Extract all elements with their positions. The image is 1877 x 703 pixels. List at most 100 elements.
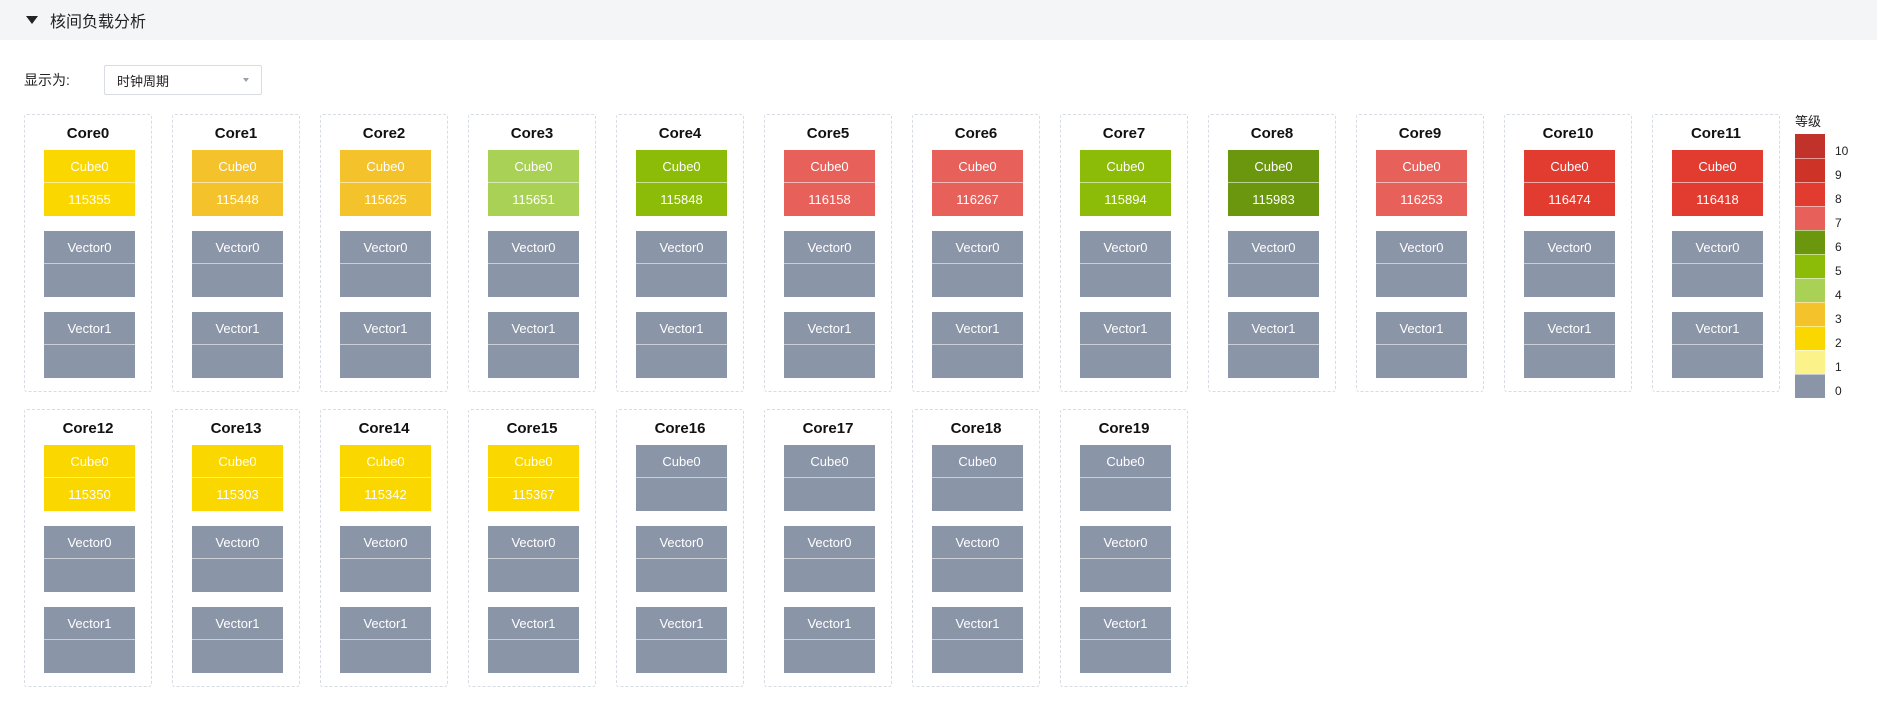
vector1-unit[interactable]: Vector1: [932, 607, 1023, 673]
vector0-unit[interactable]: Vector0: [44, 526, 135, 592]
unit-label: Vector1: [1080, 607, 1171, 640]
unit-label: Vector0: [1524, 231, 1615, 264]
cube-unit[interactable]: Cube0 115848: [636, 150, 727, 216]
cube-unit[interactable]: Cube0 116158: [784, 150, 875, 216]
cube-unit[interactable]: Cube0: [932, 445, 1023, 511]
cube-unit[interactable]: Cube0 115303: [192, 445, 283, 511]
cube-unit[interactable]: Cube0 116474: [1524, 150, 1615, 216]
unit-value: [1080, 264, 1171, 297]
unit-label: Cube0: [340, 150, 431, 183]
vector1-unit[interactable]: Vector1: [784, 607, 875, 673]
unit-value: [784, 264, 875, 297]
vector0-unit[interactable]: Vector0: [1080, 231, 1171, 297]
cube-unit[interactable]: Cube0 116267: [932, 150, 1023, 216]
collapse-caret-icon[interactable]: [26, 16, 38, 24]
vector0-unit[interactable]: Vector0: [932, 526, 1023, 592]
vector1-unit[interactable]: Vector1: [636, 607, 727, 673]
vector0-unit[interactable]: Vector0: [932, 231, 1023, 297]
section-title: 核间负载分析: [50, 14, 147, 31]
cube-unit[interactable]: Cube0 115983: [1228, 150, 1319, 216]
vector1-unit[interactable]: Vector1: [192, 312, 283, 378]
legend-level: 10: [1793, 134, 1863, 158]
unit-value: 115848: [660, 192, 703, 207]
vector0-unit[interactable]: Vector0: [1672, 231, 1763, 297]
unit-label: Cube0: [488, 150, 579, 183]
vector1-unit[interactable]: Vector1: [192, 607, 283, 673]
unit-label: Vector0: [636, 231, 727, 264]
vector1-unit[interactable]: Vector1: [932, 312, 1023, 378]
cube-unit[interactable]: Cube0: [1080, 445, 1171, 511]
vector1-unit[interactable]: Vector1: [488, 312, 579, 378]
cube-unit[interactable]: Cube0 116253: [1376, 150, 1467, 216]
section-header[interactable]: 核间负载分析: [0, 0, 1877, 40]
vector1-unit[interactable]: Vector1: [1080, 607, 1171, 673]
cube-unit[interactable]: Cube0 115350: [44, 445, 135, 511]
core-name: Core19: [1098, 420, 1150, 437]
vector0-unit[interactable]: Vector0: [488, 231, 579, 297]
vector1-unit[interactable]: Vector1: [1672, 312, 1763, 378]
unit-value: [192, 640, 283, 673]
display-mode-select[interactable]: 时钟周期: [104, 65, 262, 95]
vector1-unit[interactable]: Vector1: [44, 312, 135, 378]
vector0-unit[interactable]: Vector0: [44, 231, 135, 297]
unit-value: [1080, 345, 1171, 378]
vector1-unit[interactable]: Vector1: [1228, 312, 1319, 378]
legend-level-label: 4: [1835, 288, 1842, 302]
vector0-unit[interactable]: Vector0: [784, 231, 875, 297]
unit-label: Vector1: [340, 607, 431, 640]
unit-label: Cube0: [932, 150, 1023, 183]
vector1-unit[interactable]: Vector1: [44, 607, 135, 673]
vector0-unit[interactable]: Vector0: [340, 526, 431, 592]
vector1-unit[interactable]: Vector1: [784, 312, 875, 378]
cube-unit[interactable]: Cube0 115651: [488, 150, 579, 216]
cube-unit[interactable]: Cube0 115367: [488, 445, 579, 511]
unit-value: [488, 345, 579, 378]
core-name: Core18: [950, 420, 1002, 437]
legend-level: 8: [1793, 182, 1863, 206]
cube-unit[interactable]: Cube0 115448: [192, 150, 283, 216]
vector0-unit[interactable]: Vector0: [192, 231, 283, 297]
vector0-unit[interactable]: Vector0: [488, 526, 579, 592]
vector0-unit[interactable]: Vector0: [636, 526, 727, 592]
legend-level-label: 7: [1835, 216, 1842, 230]
vector0-unit[interactable]: Vector0: [192, 526, 283, 592]
unit-value: [488, 640, 579, 673]
vector0-unit[interactable]: Vector0: [1524, 231, 1615, 297]
unit-label: Vector0: [1376, 231, 1467, 264]
cube-unit[interactable]: Cube0 115342: [340, 445, 431, 511]
unit-label: Vector1: [1376, 312, 1467, 345]
vector0-unit[interactable]: Vector0: [1080, 526, 1171, 592]
unit-label: Cube0: [488, 445, 579, 478]
core-card: Core11 Cube0 116418 Vector0 Vector1: [1652, 114, 1780, 392]
vector1-unit[interactable]: Vector1: [1376, 312, 1467, 378]
unit-label: Vector1: [44, 607, 135, 640]
vector1-unit[interactable]: Vector1: [636, 312, 727, 378]
unit-value: [192, 559, 283, 592]
vector1-unit[interactable]: Vector1: [488, 607, 579, 673]
cube-unit[interactable]: Cube0 115625: [340, 150, 431, 216]
cube-unit[interactable]: Cube0: [784, 445, 875, 511]
legend-level: 2: [1793, 326, 1863, 350]
unit-label: Vector0: [340, 526, 431, 559]
vector1-unit[interactable]: Vector1: [340, 607, 431, 673]
vector1-unit[interactable]: Vector1: [340, 312, 431, 378]
vector0-unit[interactable]: Vector0: [784, 526, 875, 592]
unit-label: Vector0: [932, 231, 1023, 264]
cube-unit[interactable]: Cube0: [636, 445, 727, 511]
chevron-down-icon: [243, 78, 249, 82]
unit-value: [340, 345, 431, 378]
cube-unit[interactable]: Cube0 115355: [44, 150, 135, 216]
cube-unit[interactable]: Cube0 115894: [1080, 150, 1171, 216]
vector0-unit[interactable]: Vector0: [1228, 231, 1319, 297]
core-name: Core10: [1542, 125, 1594, 142]
vector1-unit[interactable]: Vector1: [1524, 312, 1615, 378]
vector0-unit[interactable]: Vector0: [340, 231, 431, 297]
vector1-unit[interactable]: Vector1: [1080, 312, 1171, 378]
unit-value: [192, 345, 283, 378]
core-card: Core15 Cube0 115367 Vector0 Vector1: [468, 409, 596, 687]
unit-value: [1080, 478, 1171, 511]
vector0-unit[interactable]: Vector0: [1376, 231, 1467, 297]
unit-label: Vector0: [636, 526, 727, 559]
cube-unit[interactable]: Cube0 116418: [1672, 150, 1763, 216]
vector0-unit[interactable]: Vector0: [636, 231, 727, 297]
